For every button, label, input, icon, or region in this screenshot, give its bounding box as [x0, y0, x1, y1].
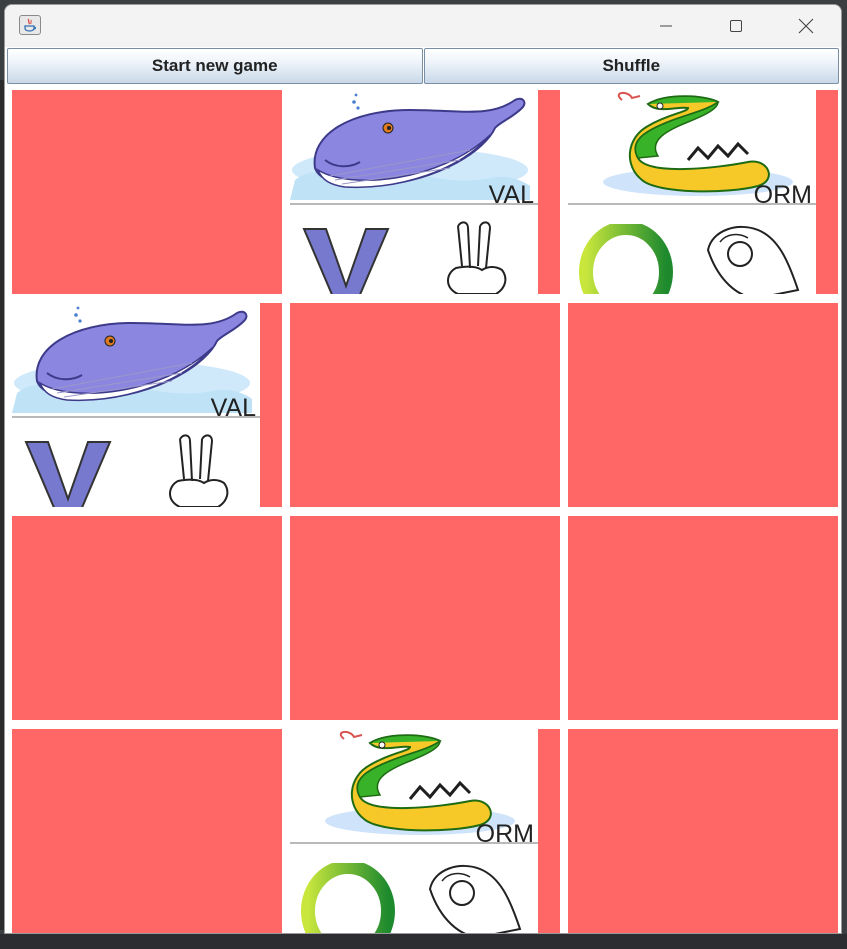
memory-game-window: Start new game Shuffle VAL ORM VAL ORM — [4, 4, 842, 934]
card-word: ORM — [475, 820, 534, 848]
card-grid: VAL ORM VAL ORM — [12, 90, 838, 933]
card-r4-c3[interactable] — [568, 729, 838, 933]
minimize-icon — [660, 25, 672, 27]
card-word: ORM — [753, 181, 812, 209]
card-face-val: VAL — [290, 90, 538, 294]
card-face-val: VAL — [12, 303, 260, 507]
o-letter-icon — [579, 224, 673, 294]
card-r2-c3[interactable] — [568, 303, 838, 507]
o-letter-icon — [301, 863, 395, 933]
card-r1-c2[interactable]: VAL — [290, 90, 560, 294]
card-r1-c3[interactable]: ORM — [568, 90, 838, 294]
card-r4-c2[interactable]: ORM — [290, 729, 560, 933]
card-face-orm: ORM — [568, 90, 816, 294]
v-hand-sign-icon — [447, 221, 507, 294]
card-r3-c2[interactable] — [290, 516, 560, 720]
title-bar — [5, 5, 841, 47]
card-r3-c1[interactable] — [12, 516, 282, 720]
card-word: VAL — [488, 181, 534, 209]
background-ide-statusbar — [0, 934, 847, 949]
card-word: VAL — [210, 394, 256, 422]
card-r4-c1[interactable] — [12, 729, 282, 933]
card-r3-c3[interactable] — [568, 516, 838, 720]
card-r2-c2[interactable] — [290, 303, 560, 507]
minimize-button[interactable] — [643, 9, 689, 43]
java-app-icon — [19, 15, 41, 35]
maximize-icon — [730, 20, 742, 32]
close-button[interactable] — [783, 9, 829, 43]
card-r1-c1[interactable] — [12, 90, 282, 294]
v-hand-sign-icon — [169, 434, 229, 507]
card-r2-c1[interactable]: VAL — [12, 303, 282, 507]
game-toolbar: Start new game Shuffle — [7, 48, 839, 86]
shuffle-button[interactable]: Shuffle — [423, 48, 839, 84]
close-icon — [798, 18, 814, 34]
o-hand-sign-icon — [706, 225, 800, 294]
v-letter-icon — [302, 228, 390, 294]
start-new-game-button[interactable]: Start new game — [7, 48, 423, 84]
maximize-button[interactable] — [713, 9, 759, 43]
card-face-orm: ORM — [290, 729, 538, 933]
o-hand-sign-icon — [428, 864, 522, 933]
v-letter-icon — [24, 441, 112, 507]
